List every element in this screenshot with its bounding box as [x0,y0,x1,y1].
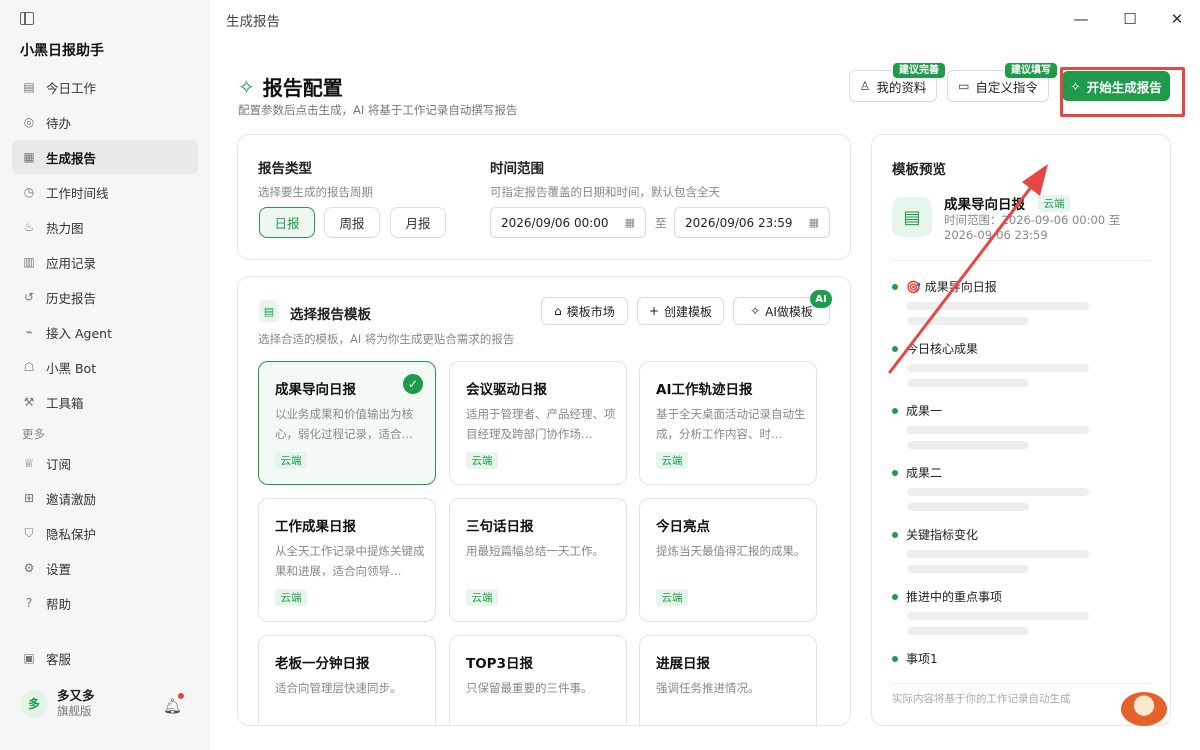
sidebar-item-label: 生成报告 [46,150,97,166]
history-icon: ↺ [23,290,35,304]
bar-chart-icon: ▥ [23,255,35,269]
sidebar-item-label: 今日工作 [46,80,97,96]
sidebar-item-label: 帮助 [46,596,72,612]
sidebar-item-today[interactable]: ▤ 今日工作 [12,70,198,104]
main-panel: 生成报告 — ☐ ✕ ✧ 报告配置 配置参数后点击生成，AI 将基于工作记录自动撰… [210,0,1200,750]
sidebar-item-agent[interactable]: ⌁ 接入 Agent [12,315,198,349]
sidebar-item-label: 接入 Agent [46,325,112,341]
sidebar-item-label: 设置 [46,561,72,577]
sidebar-item-label: 工作时间线 [46,185,109,201]
sidebar-item-label: 应用记录 [46,255,97,271]
sidebar-item-service[interactable]: ▣ 客服 [12,641,198,675]
sidebar-section-more: 更多 [22,427,45,441]
help-icon: ? [25,596,33,610]
sidebar: 小黑日报助手 ▤ 今日工作 ◎ 待办 ▦ 生成报告 ◷ 工作时间线 ♨ 热力图 ▥ 应用记录… [0,0,210,750]
flame-icon: ♨ [23,220,35,234]
sidebar-item-label: 待办 [46,115,72,131]
sidebar-item-help[interactable]: ? 帮助 [12,586,198,620]
check-circle-icon: ◎ [23,115,35,129]
sidebar-item-history[interactable]: ↺ 历史报告 [12,280,198,314]
wrench-icon: ⚒ [23,395,35,409]
sidebar-item-label: 历史报告 [46,290,97,306]
sidebar-item-label: 客服 [46,651,72,667]
sidebar-item-toolbox[interactable]: ⚒ 工具箱 [12,385,198,419]
sidebar-item-label: 隐私保护 [46,526,97,542]
sidebar-item-label: 小黑 Bot [46,360,97,376]
sidebar-item-app-records[interactable]: ▥ 应用记录 [12,245,198,279]
sidebar-item-todo[interactable]: ◎ 待办 [12,105,198,139]
notification-dot [177,692,185,700]
user-plan: 旗舰版 [57,704,92,718]
user-name: 多又多 [57,688,95,703]
app-name: 小黑日报助手 [20,43,104,59]
gift-icon: ⊞ [23,491,35,505]
sidebar-item-privacy[interactable]: ⛉ 隐私保护 [12,516,198,550]
sidebar-nav: ▤ 今日工作 ◎ 待办 ▦ 生成报告 ◷ 工作时间线 ♨ 热力图 ▥ 应用记录 ↺ 历史报告 … [12,70,198,621]
sidebar-item-bot[interactable]: ☖ 小黑 Bot [12,350,198,384]
clock-icon: ◷ [23,185,35,199]
sidebar-item-timeline[interactable]: ◷ 工作时间线 [12,175,198,209]
sidebar-item-label: 订阅 [46,456,72,472]
avatar: 多 [20,689,48,718]
sidebar-item-subscribe[interactable]: ♕ 订阅 [12,446,198,480]
shield-icon: ⛉ [24,525,34,540]
annotation-arrow [888,164,1048,374]
plug-icon: ⌁ [25,325,33,339]
qr-code-icon: ▣ [23,651,35,665]
user-profile[interactable]: 多 多又多 旗舰版 [20,688,95,719]
sidebar-item-label: 热力图 [46,220,84,236]
sidebar-item-generate-report[interactable]: ▦ 生成报告 [12,140,198,174]
document-icon: ▦ [23,150,35,164]
sidebar-item-heatmap[interactable]: ♨ 热力图 [12,210,198,244]
sidebar-item-label: 工具箱 [46,395,84,411]
sidebar-toggle-icon[interactable] [20,12,34,25]
crown-icon: ♕ [23,456,35,470]
floating-assistant-icon[interactable] [1121,692,1167,726]
clipboard-icon: ▤ [23,80,35,94]
sidebar-item-settings[interactable]: ⚙ 设置 [12,551,198,585]
sidebar-item-label: 邀请激励 [46,491,97,507]
bot-icon: ☖ [23,360,35,374]
gear-icon: ⚙ [23,561,35,575]
sidebar-item-invite[interactable]: ⊞ 邀请激励 [12,481,198,515]
